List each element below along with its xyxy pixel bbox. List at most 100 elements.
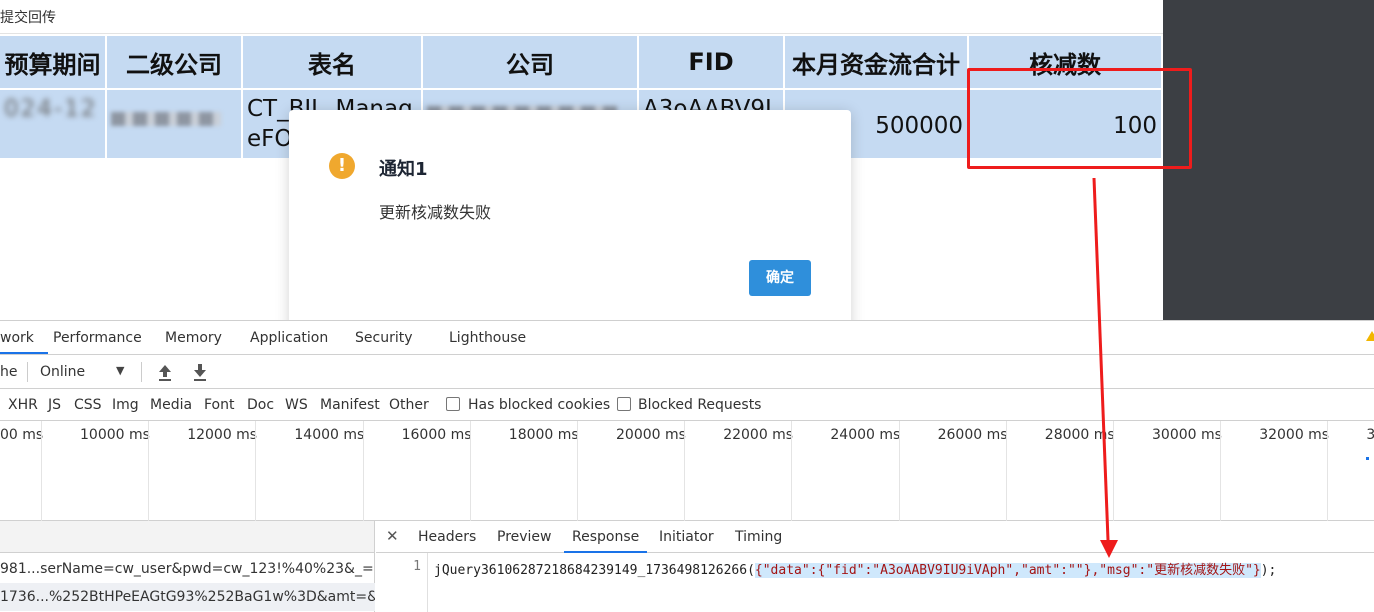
cell-period[interactable]: 024-12: [0, 90, 107, 160]
tab-response[interactable]: Response: [563, 529, 648, 553]
blocked-requests-checkbox[interactable]: [617, 397, 631, 411]
filter-font[interactable]: Font: [204, 397, 234, 413]
filter-css[interactable]: CSS: [74, 397, 102, 413]
line-number: 1: [413, 559, 421, 574]
request-list-header: [0, 521, 374, 553]
redacted-block: [111, 112, 221, 126]
tab-preview[interactable]: Preview: [497, 529, 552, 545]
request-row[interactable]: 981...serName=cw_user&pwd=cw_123!%40%23&…: [0, 555, 375, 583]
tab-headers[interactable]: Headers: [418, 529, 476, 545]
timeline-tick-label: 22000 ms: [723, 427, 794, 443]
devtools-panel: work Performance Memory Application Secu…: [0, 320, 1374, 612]
filter-other[interactable]: Other: [389, 397, 429, 413]
timeline-gridline: [362, 421, 364, 521]
confirm-button[interactable]: 确定: [749, 260, 811, 296]
timeline-tick-label: 20000 ms: [616, 427, 686, 443]
toolbar-divider: [141, 362, 142, 382]
timeline-tick-label: 28000 ms: [1044, 427, 1115, 443]
chevron-down-icon[interactable]: ▼: [116, 364, 124, 377]
filter-xhr[interactable]: XHR: [8, 397, 38, 413]
filter-js[interactable]: JS: [48, 397, 61, 413]
col-header-company[interactable]: 公司: [423, 36, 639, 90]
dialog-message: 更新核减数失败: [379, 203, 492, 222]
col-header-subsidiary[interactable]: 二级公司: [107, 36, 243, 90]
close-icon[interactable]: ✕: [386, 527, 399, 545]
tab-memory[interactable]: Memory: [165, 330, 222, 346]
notification-dialog: ! 通知1 更新核减数失败 确定: [289, 110, 851, 340]
dark-side-panel: [1163, 0, 1374, 320]
timeline-tick-label: 16000 ms: [401, 427, 472, 443]
tab-timing[interactable]: Timing: [735, 529, 782, 545]
col-header-fid[interactable]: FID: [639, 36, 785, 90]
response-callback-prefix: jQuery36106287218684239149_1736498126266…: [434, 563, 755, 578]
timeline-gridline: [577, 421, 578, 521]
toolbar-divider: [27, 362, 28, 382]
resource-type-filter-bar: XHR JS CSS Img Media Font Doc WS Manifes…: [0, 389, 1374, 421]
cell-subsidiary[interactable]: [107, 90, 243, 160]
app-toolbar: 提交回传: [0, 0, 1163, 34]
timeline-tick-label: 30000 ms: [1152, 427, 1222, 443]
submit-return-button[interactable]: 提交回传: [0, 7, 56, 27]
network-toolbar: he Online ▼: [0, 355, 1374, 389]
timeline-tick-label: 14000 ms: [294, 427, 365, 443]
timeline-tick-label: 12000 ms: [187, 427, 258, 443]
col-header-monthly-total[interactable]: 本月资金流合计: [785, 36, 969, 90]
filter-manifest[interactable]: Manifest: [320, 397, 380, 413]
request-detail-pane: ✕ Headers Preview Response Initiator Tim…: [376, 521, 1374, 612]
tab-initiator[interactable]: Initiator: [659, 529, 714, 545]
col-header-table-name[interactable]: 表名: [243, 36, 423, 90]
response-suffix: );: [1260, 563, 1277, 578]
throttling-select[interactable]: Online: [40, 364, 85, 380]
import-har-icon[interactable]: [157, 362, 173, 382]
tab-lighthouse[interactable]: Lighthouse: [449, 330, 526, 346]
cell-deduction[interactable]: 100: [969, 90, 1163, 160]
timeline-tick-label: 24000 ms: [830, 427, 901, 443]
timeline-gridline: [148, 421, 150, 521]
timeline-request-marker: [1366, 457, 1369, 460]
timeline-gridline: [684, 421, 686, 521]
response-body[interactable]: jQuery36106287218684239149_1736498126266…: [434, 559, 1276, 578]
timeline-gridline: [41, 421, 42, 521]
timeline-gridline: [898, 421, 900, 521]
dialog-title: 通知1: [379, 159, 428, 180]
response-json-payload: {"data":{"fid":"A3oAABV9IU9iVAph","amt":…: [754, 563, 1261, 578]
code-gutter: 1: [376, 553, 428, 612]
tab-network[interactable]: work: [0, 330, 48, 354]
blocked-requests-label[interactable]: Blocked Requests: [638, 397, 761, 413]
timeline-gridline: [791, 421, 793, 521]
timeline-tick-label: 32000 ms: [1259, 427, 1330, 443]
warning-icon: !: [329, 153, 355, 179]
filter-doc[interactable]: Doc: [247, 397, 274, 413]
has-blocked-cookies-label[interactable]: Has blocked cookies: [468, 397, 610, 413]
timeline-tick-label: 18000 ms: [508, 427, 579, 443]
detail-tab-bar: ✕ Headers Preview Response Initiator Tim…: [376, 521, 1374, 553]
timeline-gridline: [469, 421, 471, 521]
col-header-deduction[interactable]: 核减数: [969, 36, 1163, 90]
warning-triangle-icon[interactable]: [1366, 331, 1374, 341]
filter-media[interactable]: Media: [150, 397, 192, 413]
timeline-gridline: [255, 421, 257, 521]
timeline-gridline: [1005, 421, 1007, 521]
filter-img[interactable]: Img: [112, 397, 139, 413]
grid-header-row: 预算期间 二级公司 表名 公司 FID 本月资金流合计 核减数: [0, 36, 1163, 90]
filter-ws[interactable]: WS: [285, 397, 308, 413]
col-header-period[interactable]: 预算期间: [0, 36, 107, 90]
timeline-tick-label: 00 ms: [0, 427, 44, 443]
timeline-gridline: [1327, 421, 1329, 521]
tab-performance[interactable]: Performance: [53, 330, 142, 346]
export-har-icon[interactable]: [192, 362, 208, 382]
has-blocked-cookies-checkbox[interactable]: [446, 397, 460, 411]
timeline-gridline: [1220, 421, 1222, 521]
tab-application[interactable]: Application: [250, 330, 328, 346]
devtools-tab-bar: work Performance Memory Application Secu…: [0, 321, 1374, 355]
cell-period-value: 024-12: [4, 96, 98, 122]
timeline-tick-label: 10000 ms: [80, 427, 150, 443]
disable-cache-label[interactable]: he: [0, 364, 18, 380]
tab-security[interactable]: Security: [355, 330, 413, 346]
request-row-selected[interactable]: 1736...%252BtHPeEAGtG93%252BaG1w%3D&amt=…: [0, 583, 375, 611]
timeline-tick-label: 26000 ms: [937, 427, 1008, 443]
timeline-tick-label: 34: [1366, 427, 1374, 443]
request-list: 981...serName=cw_user&pwd=cw_123!%40%23&…: [0, 521, 375, 612]
network-timeline-overview[interactable]: 00 ms 10000 ms 12000 ms 14000 ms 16000 ms 180…: [0, 421, 1374, 521]
timeline-gridline: [1113, 421, 1114, 521]
